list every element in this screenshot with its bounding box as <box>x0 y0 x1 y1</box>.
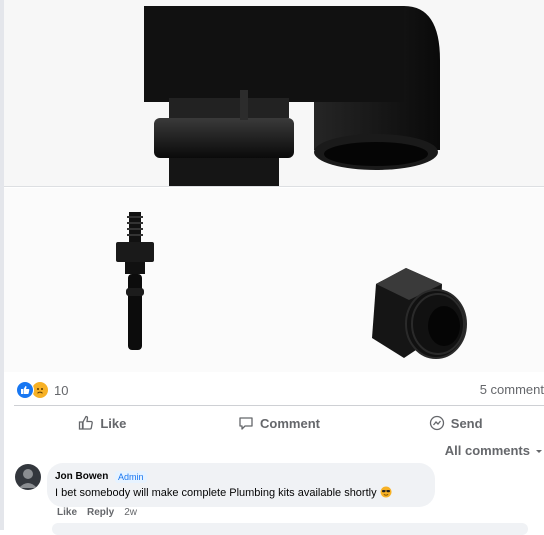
comment-timestamp[interactable]: 2w <box>124 507 137 518</box>
send-label: Send <box>450 415 483 431</box>
comment-like-link[interactable]: Like <box>57 507 77 518</box>
comment-sort-dropdown[interactable]: All comments <box>445 443 544 458</box>
thumbs-up-icon <box>79 415 94 430</box>
post-image-adapters[interactable] <box>4 188 544 372</box>
chevron-down-icon <box>536 449 542 453</box>
comment-button[interactable]: Comment <box>191 410 368 436</box>
adapters-illustration <box>116 212 467 359</box>
avatar[interactable] <box>15 464 41 490</box>
like-reaction-icon <box>16 381 34 399</box>
divider <box>14 405 544 406</box>
comment-label: Comment <box>260 415 320 431</box>
comments-count-link[interactable]: 5 comment <box>480 382 544 397</box>
comment-text: I bet somebody will make complete Plumbi… <box>55 486 392 499</box>
post-action-bar: Like Comment Send <box>14 410 544 436</box>
reaction-count: 10 <box>54 382 69 398</box>
comment-text-content: I bet somebody will make complete Plumbi… <box>55 487 377 499</box>
comment-bubble: Jon Bowen Admin I bet somebody will make… <box>47 463 435 507</box>
comment-reply-link[interactable]: Reply <box>87 507 114 518</box>
like-label: Like <box>100 415 127 431</box>
sunglasses-emoji-icon <box>380 486 392 498</box>
send-button[interactable]: Send <box>367 410 544 436</box>
send-icon <box>429 415 444 431</box>
like-button[interactable]: Like <box>14 410 191 436</box>
elbow-fitting-illustration <box>144 6 440 186</box>
reply-input[interactable] <box>52 523 528 535</box>
post-image-fitting-elbow[interactable] <box>4 0 544 187</box>
comment-author[interactable]: Jon Bowen <box>55 471 108 482</box>
comment-meta: Like Reply 2w <box>57 507 137 518</box>
admin-badge: Admin <box>115 471 147 483</box>
sort-label: All comments <box>444 443 530 458</box>
comment-icon <box>239 417 253 430</box>
reaction-summary[interactable]: 10 <box>16 380 68 400</box>
